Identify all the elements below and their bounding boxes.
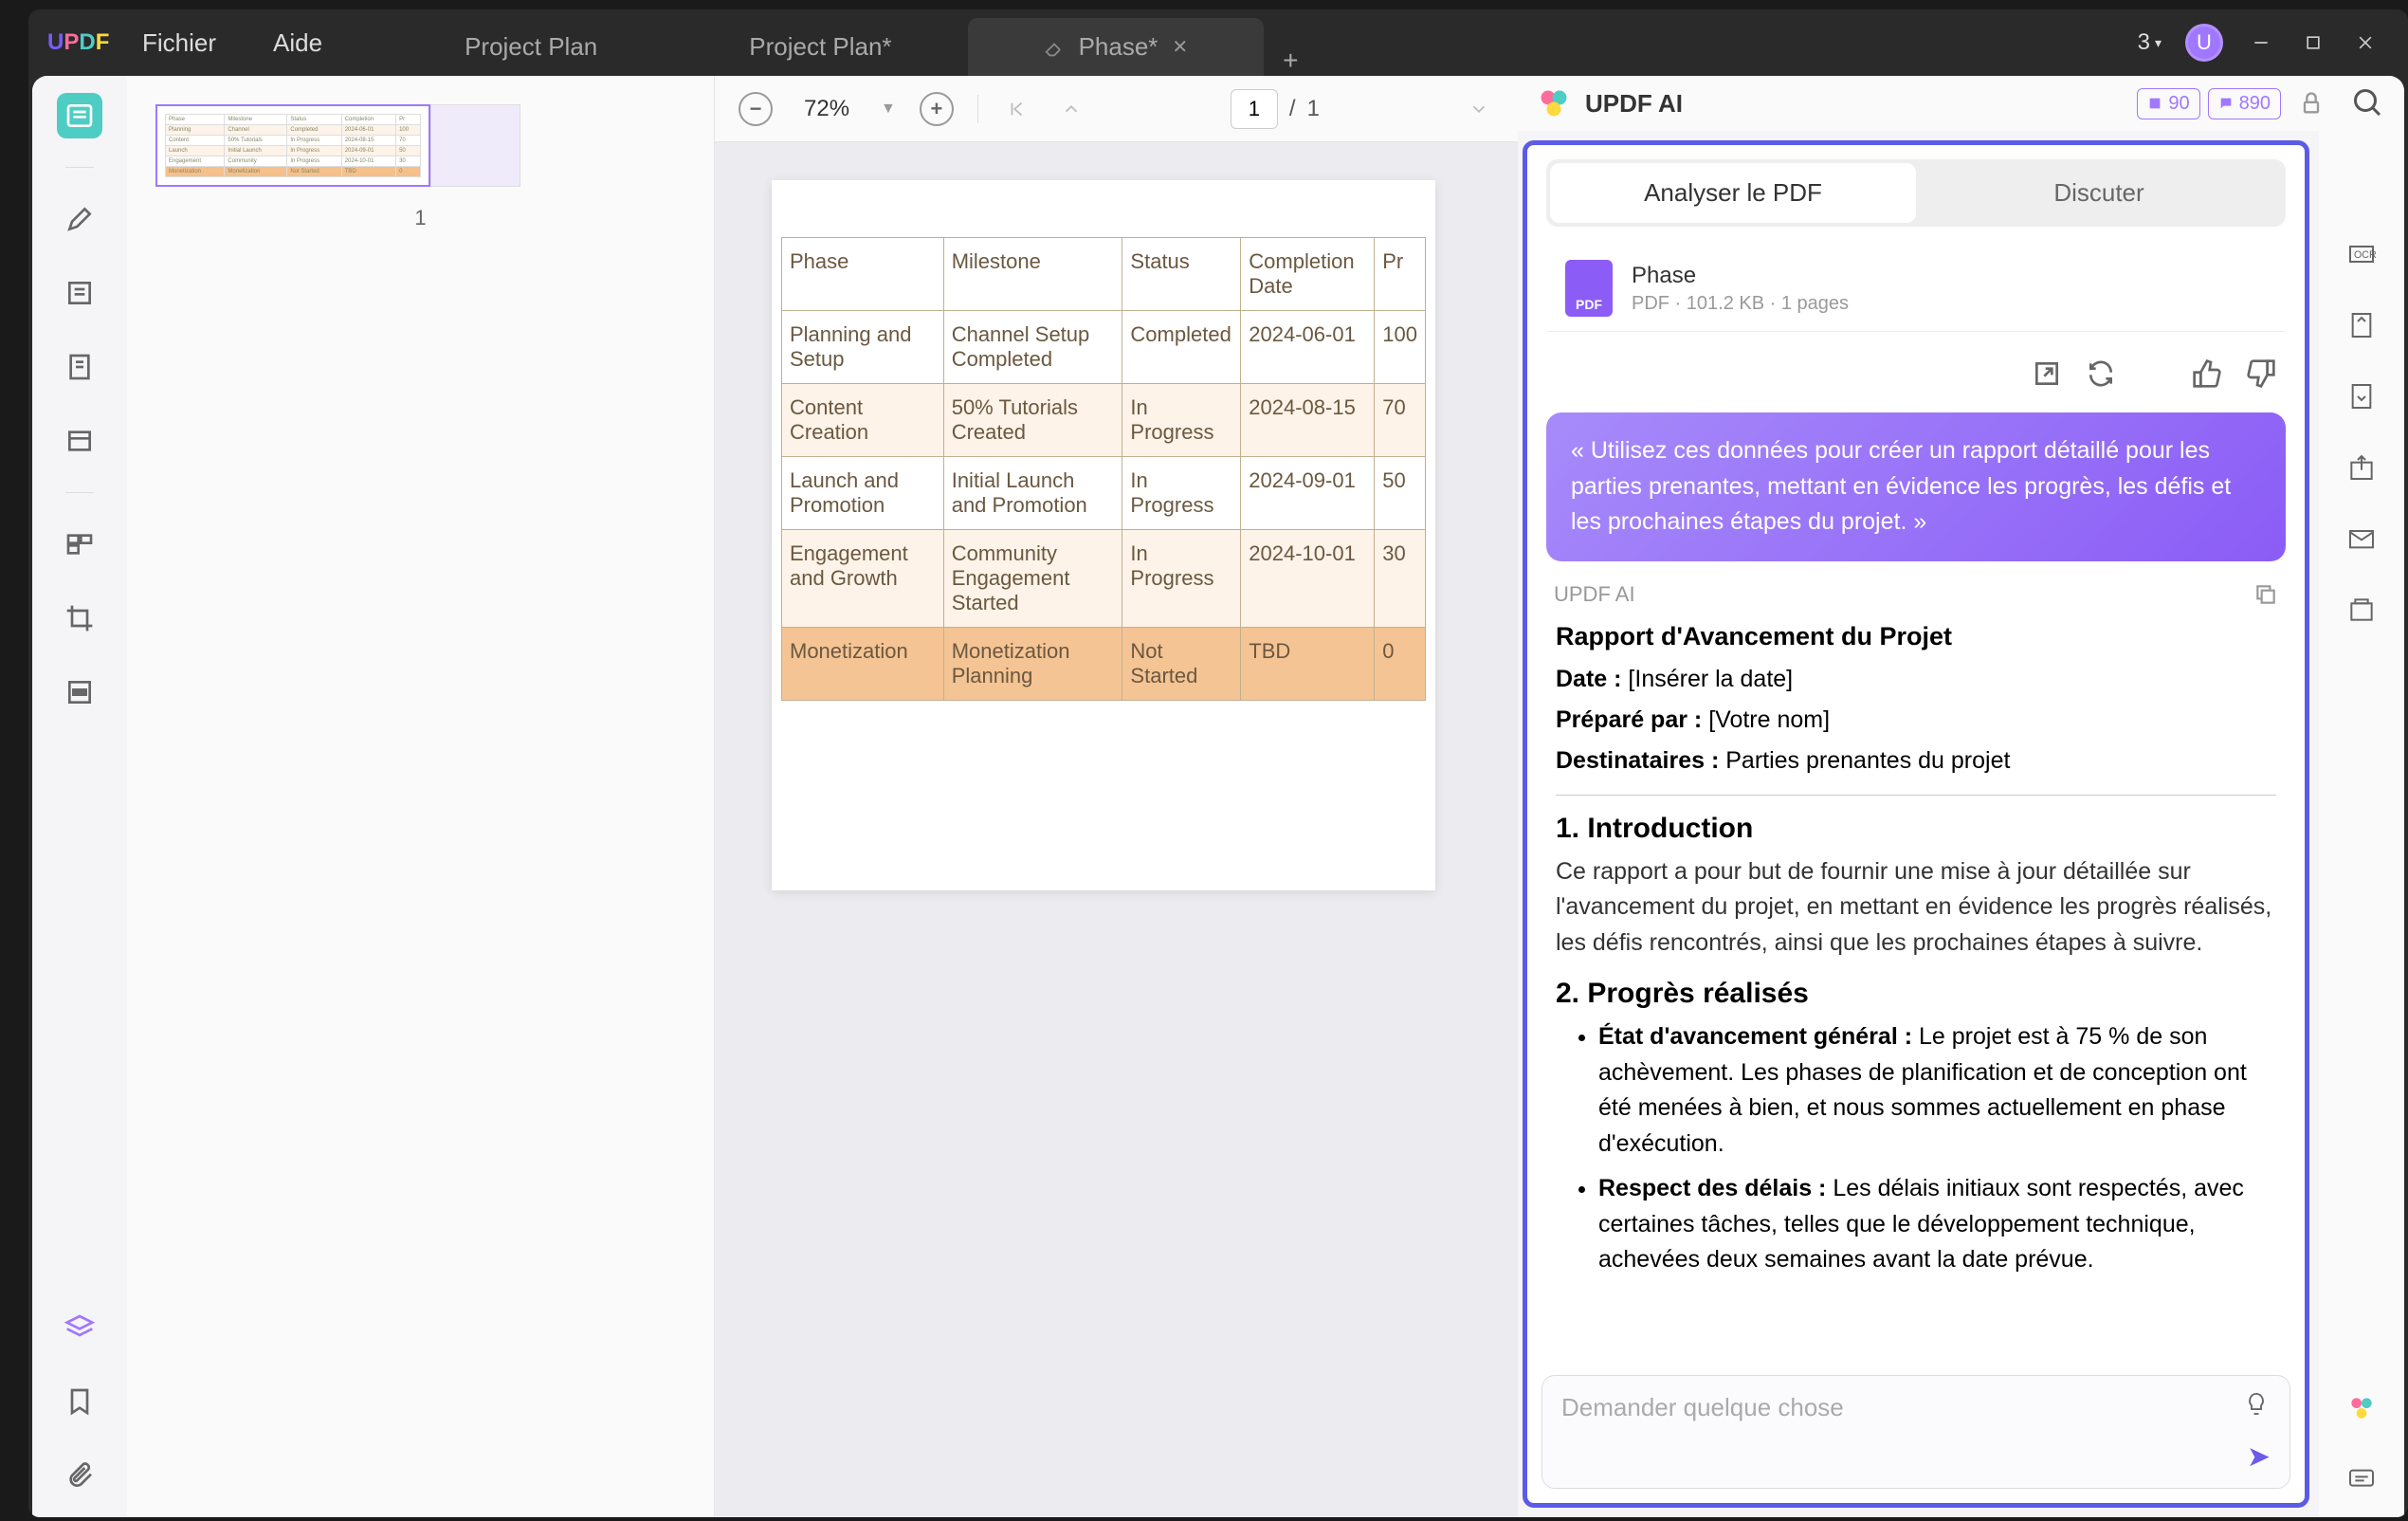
right-sidebar: OCR <box>2319 131 2404 1517</box>
ai-sidebar-icon[interactable] <box>2343 1389 2381 1427</box>
next-page-button[interactable] <box>1464 94 1494 124</box>
ai-file-card[interactable]: PDF Phase PDF · 101.2 KB · 1 pages <box>1546 246 2286 332</box>
titlebar: UPDF Fichier Aide Project Plan Project P… <box>28 9 2408 76</box>
convert-icon[interactable] <box>2343 306 2381 344</box>
tab-project-plan-1[interactable]: Project Plan <box>389 18 673 76</box>
badge-credits-1[interactable]: 90 <box>2137 88 2199 119</box>
menu-file[interactable]: Fichier <box>114 28 245 58</box>
edit-tool-icon[interactable] <box>57 270 102 316</box>
left-sidebar <box>32 76 127 1517</box>
window-count[interactable]: 3▾ <box>2138 29 2162 56</box>
redact-tool-icon[interactable] <box>57 669 102 715</box>
close-window-button[interactable] <box>2351 28 2380 57</box>
tab-project-plan-2[interactable]: Project Plan* <box>673 18 967 76</box>
zoom-dropdown-icon[interactable]: ▼ <box>881 101 896 118</box>
close-tab-icon[interactable]: ✕ <box>1172 35 1188 59</box>
table-row: Content Creation50% Tutorials CreatedIn … <box>782 384 1426 457</box>
project-table: PhaseMilestoneStatusCompletion DatePr Pl… <box>781 237 1426 701</box>
ai-response-label: UPDF AI <box>1527 571 2305 614</box>
table-header: Phase <box>782 238 944 311</box>
comment-tool-icon[interactable] <box>57 196 102 242</box>
thumbnail-number: 1 <box>155 206 685 230</box>
reader-mode-icon[interactable] <box>57 93 102 138</box>
ai-panel: Analyser le PDF Discuter PDF Phase PDF ·… <box>1523 140 2309 1508</box>
svg-text:OCR: OCR <box>2354 249 2377 261</box>
idea-icon[interactable] <box>2242 1390 2271 1419</box>
chat-input-field[interactable] <box>1561 1393 2164 1422</box>
tab-bar: Project Plan Project Plan* Phase* ✕ + <box>389 9 2138 76</box>
ocr-icon[interactable]: OCR <box>2343 235 2381 273</box>
comments-icon[interactable] <box>2343 1460 2381 1498</box>
doc-toolbar: − 72% ▼ + / 1 <box>715 76 1518 142</box>
attachment-icon[interactable] <box>57 1453 102 1498</box>
updf-ai-logo-icon <box>1537 86 1571 120</box>
organize-tool-icon[interactable] <box>57 522 102 567</box>
batch-icon[interactable] <box>2343 591 2381 629</box>
thumbs-up-icon[interactable] <box>2192 358 2222 389</box>
layers-icon[interactable] <box>57 1305 102 1350</box>
document-viewport[interactable]: PhaseMilestoneStatusCompletion DatePr Pl… <box>715 142 1518 1517</box>
ai-tab-chat[interactable]: Discuter <box>1916 163 2282 223</box>
thumbs-down-icon[interactable] <box>2246 358 2276 389</box>
form-tool-icon[interactable] <box>57 418 102 464</box>
app-logo: UPDF <box>38 29 114 56</box>
table-header: Milestone <box>943 238 1122 311</box>
table-header: Completion Date <box>1241 238 1375 311</box>
minimize-button[interactable] <box>2247 28 2275 57</box>
document-page: PhaseMilestoneStatusCompletion DatePr Pl… <box>772 180 1435 890</box>
zoom-value[interactable]: 72% <box>796 96 857 122</box>
chat-input-box[interactable]: ➤ <box>1541 1375 2290 1489</box>
ai-panel-title: UPDF AI <box>1585 89 1683 119</box>
compress-icon[interactable] <box>2343 377 2381 415</box>
email-icon[interactable] <box>2343 520 2381 558</box>
maximize-button[interactable] <box>2299 28 2327 57</box>
ai-file-name: Phase <box>1632 263 1849 289</box>
ai-response: Rapport d'Avancement du Projet Date : [I… <box>1527 614 2305 1366</box>
send-button[interactable]: ➤ <box>2247 1440 2271 1474</box>
bookmark-icon[interactable] <box>57 1379 102 1424</box>
user-avatar[interactable]: U <box>2185 24 2223 62</box>
table-row: MonetizationMonetization PlanningNot Sta… <box>782 628 1426 701</box>
thumbnail-panel: PhaseMilestoneStatusCompletionPr Plannin… <box>127 76 715 1517</box>
thumb-overlay <box>430 104 520 187</box>
copy-icon[interactable] <box>2253 582 2278 607</box>
crop-tool-icon[interactable] <box>57 596 102 641</box>
prev-page-button[interactable] <box>1056 94 1086 124</box>
tab-phase[interactable]: Phase* ✕ <box>968 18 1265 76</box>
table-header: Status <box>1122 238 1241 311</box>
page-total: 1 <box>1307 96 1320 122</box>
table-header: Pr <box>1375 238 1426 311</box>
export-icon[interactable] <box>2032 358 2062 389</box>
first-page-button[interactable] <box>1002 94 1032 124</box>
lock-icon[interactable] <box>2298 90 2325 117</box>
badge-credits-2[interactable]: 890 <box>2208 88 2281 119</box>
page-number-input[interactable] <box>1231 89 1278 129</box>
ai-file-meta: PDF · 101.2 KB · 1 pages <box>1632 293 1849 315</box>
eraser-icon <box>1044 37 1065 58</box>
table-row: Engagement and GrowthCommunity Engagemen… <box>782 530 1426 628</box>
zoom-out-button[interactable]: − <box>739 92 773 126</box>
zoom-in-button[interactable]: + <box>920 92 954 126</box>
menu-help[interactable]: Aide <box>245 28 351 58</box>
search-icon[interactable] <box>2351 86 2385 120</box>
page-tool-icon[interactable] <box>57 344 102 390</box>
user-prompt-bubble: « Utilisez ces données pour créer un rap… <box>1546 412 2286 561</box>
table-row: Planning and SetupChannel Setup Complete… <box>782 311 1426 384</box>
pdf-file-icon: PDF <box>1565 260 1613 317</box>
refresh-icon[interactable] <box>2086 358 2116 389</box>
ai-tab-analyze[interactable]: Analyser le PDF <box>1550 163 1916 223</box>
page-thumbnail-1[interactable]: PhaseMilestoneStatusCompletionPr Plannin… <box>155 104 430 187</box>
share-icon[interactable] <box>2343 449 2381 486</box>
add-tab-button[interactable]: + <box>1264 46 1317 76</box>
table-row: Launch and PromotionInitial Launch and P… <box>782 457 1426 530</box>
